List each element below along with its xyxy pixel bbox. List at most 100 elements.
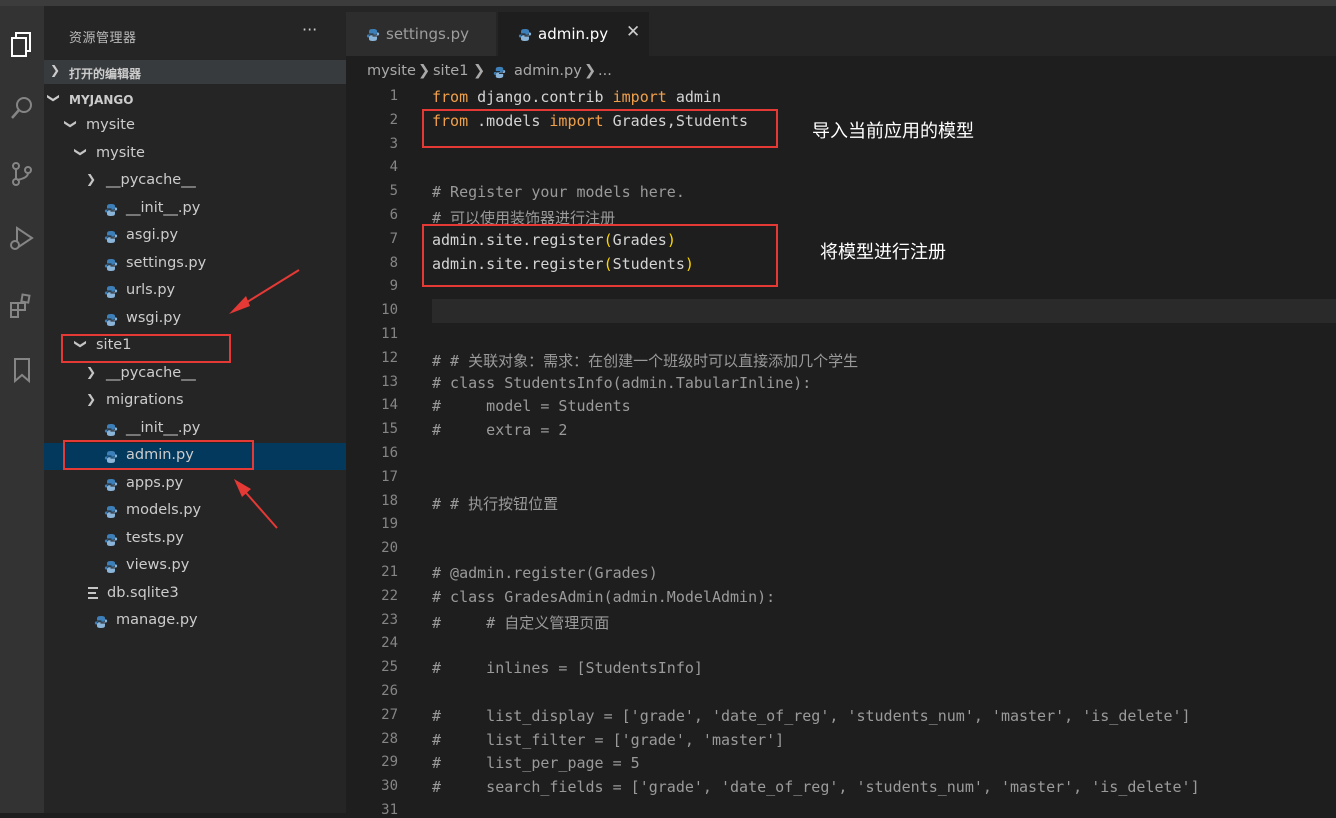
line-number: 13	[381, 373, 398, 390]
code-line: # list_per_page = 5	[432, 754, 640, 772]
line-number: 15	[381, 421, 398, 438]
python-file-icon	[104, 561, 118, 573]
search-icon[interactable]	[0, 86, 44, 130]
tree-item-label: mysite	[96, 144, 145, 161]
tree-item[interactable]: settings.py	[44, 251, 346, 278]
python-file-icon	[104, 478, 118, 491]
code-line: # Register your models here.	[432, 183, 685, 201]
tree-item[interactable]: models.py	[44, 498, 346, 525]
line-number: 2	[389, 111, 398, 128]
admin-py-highlight-box	[63, 440, 254, 470]
code-token: # list_filter = ['grade', 'master']	[432, 730, 785, 749]
breadcrumb-site1[interactable]: site1	[433, 63, 468, 79]
register-highlight-box	[422, 224, 778, 287]
tree-item[interactable]: db.sqlite3	[44, 581, 346, 608]
tab-bar: settings.py admin.py ✕	[346, 6, 1336, 56]
code-line: # extra = 2	[432, 421, 567, 439]
line-number: 10	[381, 302, 398, 319]
tree-item[interactable]: apps.py	[44, 471, 346, 498]
breadcrumb-mysite[interactable]: mysite	[367, 63, 416, 79]
code-editor[interactable]: 1 2 3 4 5 6 7 8 9 10 11 12 13 14 15 16 17 18 19 20 21 22 23 24 2…	[346, 86, 1336, 818]
tree-item-label: migrations	[106, 392, 184, 408]
tree-item[interactable]: views.py	[44, 553, 346, 580]
python-file-icon	[104, 313, 118, 326]
line-number: 22	[381, 587, 398, 604]
tree-item-label: asgi.py	[126, 227, 179, 243]
code-token: # Register your models here.	[432, 183, 685, 202]
register-annotation: 将模型进行注册	[820, 242, 946, 263]
source-control-icon[interactable]	[0, 152, 44, 196]
breadcrumb-separator: ❯	[584, 63, 597, 79]
line-number: 28	[381, 730, 398, 747]
code-token: # # 自定义管理页面	[432, 613, 610, 632]
tree-item-label: tests.py	[126, 529, 184, 546]
tree-item[interactable]: tests.py	[44, 526, 346, 553]
line-number: 9	[389, 278, 398, 295]
line-number: 23	[381, 611, 398, 628]
python-file-icon	[104, 506, 118, 518]
python-file-icon	[493, 66, 506, 79]
tree-item[interactable]: asgi.py	[44, 223, 346, 250]
line-number: 11	[381, 326, 398, 342]
code-token: # inlines = [StudentsInfo]	[432, 659, 703, 678]
chevron-right-icon: ❯	[86, 364, 97, 379]
tree-item-label: views.py	[126, 557, 190, 573]
python-file-icon	[518, 29, 532, 41]
code-line: # model = Students	[432, 397, 631, 415]
python-file-icon	[104, 286, 118, 298]
breadcrumb-separator: ❯	[418, 63, 431, 79]
tab-settings-py[interactable]: settings.py	[346, 12, 496, 56]
tree-item-label: __pycache__	[106, 172, 196, 188]
tree-item[interactable]: ❯ migrations	[44, 388, 346, 415]
code-line: # search_fields = ['grade', 'date_of_reg…	[432, 778, 1200, 796]
extensions-icon[interactable]	[0, 284, 44, 328]
tree-item[interactable]: __init__.py	[44, 416, 346, 443]
code-token: import	[612, 88, 667, 106]
explorer-header: 资源管理器 ···	[44, 6, 346, 52]
tab-admin-py[interactable]: admin.py ✕	[498, 12, 649, 56]
breadcrumb-more[interactable]: ...	[598, 63, 612, 79]
code-token: # model = Students	[432, 397, 631, 416]
import-annotation: 导入当前应用的模型	[812, 121, 974, 142]
explorer-title: 资源管理器	[69, 31, 137, 46]
more-actions-button[interactable]: ···	[302, 20, 317, 39]
code-token: # extra = 2	[432, 421, 568, 440]
chevron-right-icon: ❯	[50, 63, 61, 77]
tree-item[interactable]: ❯ __pycache__	[44, 168, 346, 195]
tree-item[interactable]: ❯ __pycache__	[44, 361, 346, 388]
breadcrumb-admin-py[interactable]: admin.py	[514, 63, 582, 79]
line-number: 25	[381, 659, 398, 676]
tree-item[interactable]: ❯ mysite	[44, 113, 346, 140]
tree-item[interactable]: urls.py	[44, 278, 346, 305]
current-line-highlight	[432, 299, 1336, 323]
code-line: # list_filter = ['grade', 'master']	[432, 731, 784, 749]
python-file-icon	[104, 533, 118, 546]
python-file-icon	[104, 258, 118, 271]
line-number: 18	[381, 492, 398, 509]
line-number: 8	[389, 254, 398, 271]
line-number: 20	[381, 540, 398, 557]
line-number: 14	[381, 397, 398, 414]
chevron-down-icon: ❯	[64, 118, 79, 130]
code-token: # list_display = ['grade', 'date_of_reg'…	[432, 706, 1191, 725]
run-debug-icon[interactable]	[0, 216, 44, 260]
bookmark-icon[interactable]	[0, 348, 44, 392]
tree-item[interactable]: ❯ mysite	[44, 141, 346, 168]
code-token: # search_fields = ['grade', 'date_of_reg…	[432, 778, 1200, 797]
tree-item-label: __init__.py	[126, 419, 201, 436]
explorer-icon[interactable]	[0, 22, 44, 66]
open-editors-section[interactable]: ❯ 打开的编辑器	[44, 60, 346, 84]
code-token: # # 执行按钮位置	[432, 494, 559, 513]
tree-item[interactable]: manage.py	[44, 608, 346, 635]
tree-item[interactable]: __init__.py	[44, 196, 346, 223]
tree-item-label: urls.py	[126, 282, 176, 298]
project-section[interactable]: ❯ MYJANGO	[44, 88, 346, 112]
tree-item[interactable]: wsgi.py	[44, 306, 346, 333]
code-token: # # 关联对象：需求：在创建一个班级时可以直接添加几个学生	[432, 351, 859, 370]
tree-item-label: mysite	[86, 117, 135, 133]
line-number: 19	[381, 516, 398, 533]
code-line: from django.contrib import admin	[432, 88, 721, 106]
close-tab-icon[interactable]: ✕	[626, 22, 640, 42]
tree-item-label: apps.py	[126, 474, 184, 491]
line-number: 31	[381, 802, 398, 818]
